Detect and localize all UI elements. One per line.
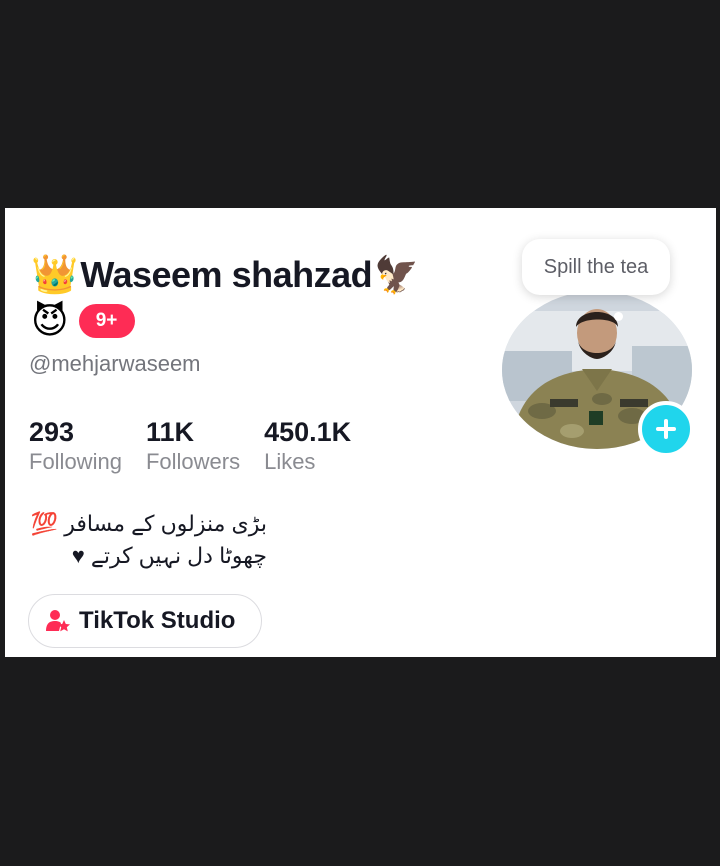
add-story-button[interactable] [638, 401, 694, 457]
bio: بڑی منزلوں کے مسافر 💯 چھوٹا دل نہیں کرتے… [27, 508, 267, 572]
devil-emoji: 😈 [31, 300, 69, 341]
profile-stats: 293 Following 11K Followers 450.1K Likes [29, 416, 375, 476]
plus-icon [656, 419, 676, 439]
eagle-emoji: 🦅 [374, 254, 419, 295]
stat-following[interactable]: 293 Following [29, 416, 122, 476]
followers-label: Followers [145, 449, 241, 474]
tooltip-pointer [614, 312, 623, 321]
studio-icon [46, 610, 70, 632]
profile-card: 👑 Waseem shahzad 🦅 😈 9+ @mehjarwaseem 29… [5, 208, 716, 657]
display-name: Waseem shahzad [80, 254, 373, 295]
tiktok-studio-button[interactable]: TikTok Studio [28, 594, 262, 648]
followers-count: 11K [145, 417, 194, 447]
likes-label: Likes [264, 449, 316, 474]
badge-row: 😈 9+ [31, 301, 135, 341]
bio-line-1: بڑی منزلوں کے مسافر 💯 [30, 511, 267, 536]
stat-likes[interactable]: 450.1K Likes [264, 416, 351, 476]
following-count: 293 [29, 417, 75, 447]
avatar-tooltip[interactable]: Spill the tea [522, 239, 670, 295]
tiktok-studio-label: TikTok Studio [79, 607, 236, 634]
likes-count: 450.1K [264, 417, 352, 447]
stat-followers[interactable]: 11K Followers [146, 416, 240, 476]
bio-line-2: چھوٹا دل نہیں کرتے ♥ [71, 543, 267, 568]
display-name-row: 👑 Waseem shahzad 🦅 [31, 254, 419, 296]
following-label: Following [29, 449, 122, 474]
notification-badge[interactable]: 9+ [78, 304, 135, 338]
username: @mehjarwaseem [29, 351, 201, 376]
crown-emoji: 👑 [31, 254, 79, 296]
